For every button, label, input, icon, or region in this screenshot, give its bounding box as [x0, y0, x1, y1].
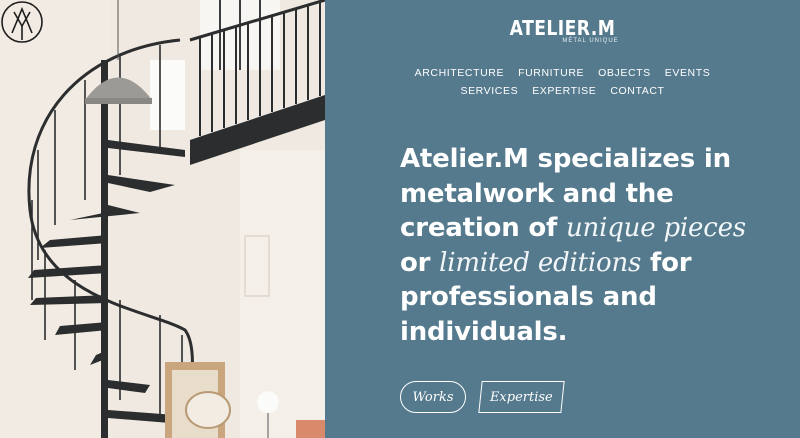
- brand-logo[interactable]: ATELIER.M MÉTAL UNIQUE: [325, 16, 800, 44]
- headline-text-2: or: [400, 247, 440, 278]
- nav-row-2: SERVICES EXPERTISE CONTACT: [325, 82, 800, 100]
- nav-item-furniture[interactable]: FURNITURE: [518, 67, 584, 79]
- headline-emphasis-unique-pieces: unique pieces: [566, 213, 746, 243]
- works-button-label: Works: [412, 389, 454, 405]
- nav-row-1: ARCHITECTURE FURNITURE OBJECTS EVENTS: [325, 64, 800, 82]
- hero-photo: [0, 0, 325, 438]
- nav-item-services[interactable]: SERVICES: [460, 85, 518, 97]
- hero-headline: Atelier.M specializes in metalwork and t…: [400, 142, 780, 349]
- brand-name: ATELIER.M: [509, 16, 616, 40]
- expertise-button[interactable]: Expertise: [478, 381, 565, 413]
- staircase-illustration: [0, 0, 325, 438]
- am-monogram-icon[interactable]: [0, 0, 44, 44]
- nav-item-contact[interactable]: CONTACT: [610, 85, 664, 97]
- content-panel: ATELIER.M MÉTAL UNIQUE ARCHITECTURE FURN…: [325, 0, 800, 438]
- nav-item-expertise[interactable]: EXPERTISE: [532, 85, 596, 97]
- expertise-button-label: Expertise: [490, 389, 553, 405]
- nav-item-objects[interactable]: OBJECTS: [598, 67, 651, 79]
- main-nav: ARCHITECTURE FURNITURE OBJECTS EVENTS SE…: [325, 64, 800, 100]
- headline-emphasis-limited-editions: limited editions: [439, 247, 642, 278]
- nav-item-architecture[interactable]: ARCHITECTURE: [415, 67, 504, 79]
- works-button[interactable]: Works: [400, 381, 466, 413]
- nav-item-events[interactable]: EVENTS: [665, 67, 711, 79]
